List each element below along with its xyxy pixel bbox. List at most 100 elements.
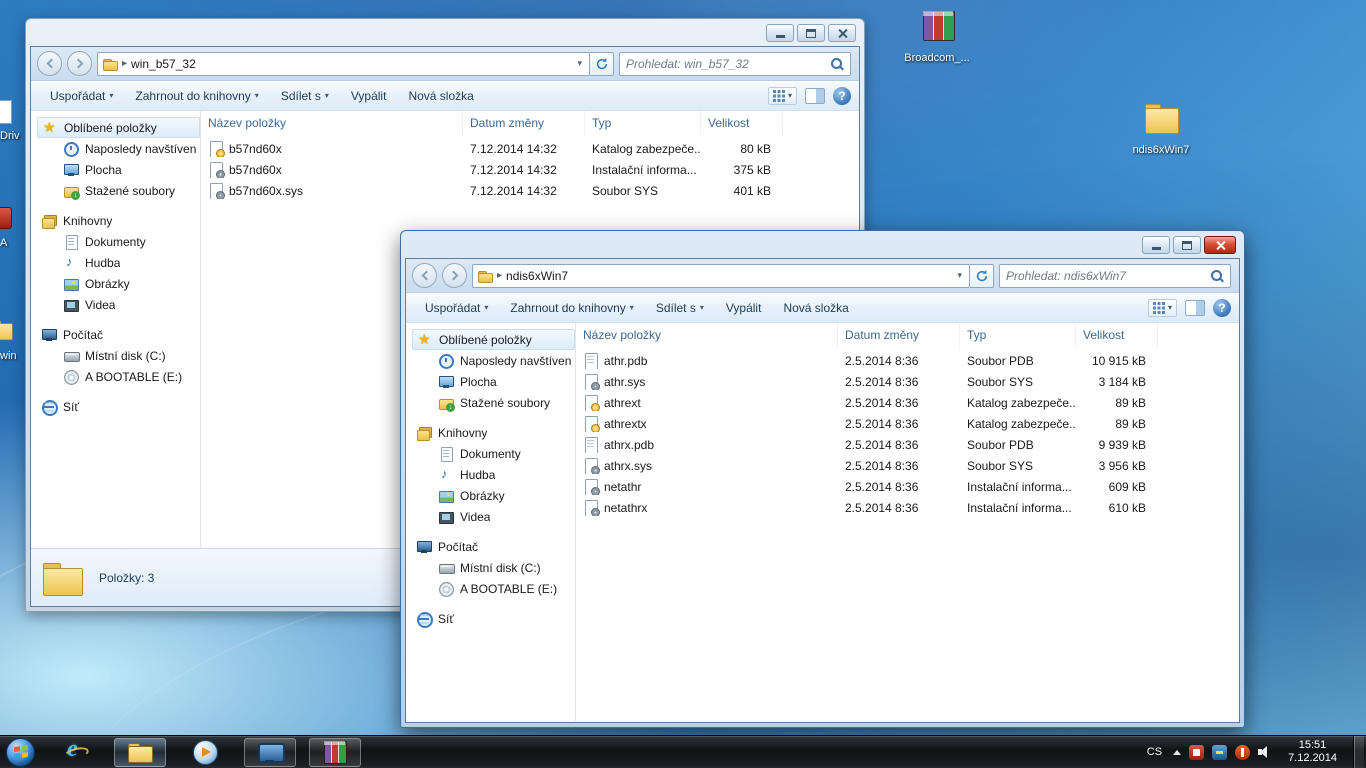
refresh-button[interactable]	[970, 264, 994, 288]
start-button[interactable]	[6, 738, 35, 767]
column-header-datum-zmeny[interactable]: Datum změny	[463, 111, 585, 135]
file-row[interactable]: athrx.pdb2.5.2014 8:36Soubor PDB9 939 kB	[576, 434, 1239, 455]
file-row[interactable]: netathrx2.5.2014 8:36Instalační informa.…	[576, 497, 1239, 518]
file-row[interactable]: athr.pdb2.5.2014 8:36Soubor PDB10 915 kB	[576, 350, 1239, 371]
sidebar-item-dokumenty[interactable]: Dokumenty	[412, 443, 575, 464]
sidebar-item-mistni-disk-c[interactable]: Místní disk (C:)	[412, 557, 575, 578]
toolbar-nova-slozka[interactable]: Nová složka	[397, 85, 484, 107]
toolbar-usporadat[interactable]: Uspořádat▾	[414, 297, 499, 319]
file-row[interactable]: athr.sys2.5.2014 8:36Soubor SYS3 184 kB	[576, 371, 1239, 392]
change-view-button[interactable]: ▾	[768, 87, 797, 105]
maximize-button[interactable]	[797, 24, 825, 42]
clock[interactable]: 15:51 7.12.2014	[1282, 739, 1343, 765]
file-row[interactable]: b57nd60x7.12.2014 14:32Instalační inform…	[201, 159, 859, 180]
title-bar[interactable]	[405, 231, 1240, 258]
back-button[interactable]	[412, 263, 437, 288]
file-row[interactable]: b57nd60x7.12.2014 14:32Katalog zabezpeče…	[201, 138, 859, 159]
column-header-typ[interactable]: Typ	[585, 111, 701, 135]
address-dropdown-icon[interactable]: ▾	[954, 270, 965, 281]
taskbar-button-windows-explorer[interactable]	[114, 738, 166, 767]
file-row[interactable]: netathr2.5.2014 8:36Instalační informa..…	[576, 476, 1239, 497]
forward-button[interactable]	[67, 51, 92, 76]
search-box[interactable]: Prohledat: ndis6xWin7	[999, 264, 1231, 288]
refresh-button[interactable]	[590, 52, 614, 76]
show-hidden-icons-button[interactable]	[1173, 750, 1181, 755]
sidebar-item-videa[interactable]: Videa	[37, 294, 200, 315]
sidebar-item-stazene-soubory[interactable]: Stažené soubory	[412, 392, 575, 413]
volume-icon[interactable]	[1258, 745, 1274, 759]
file-row[interactable]: athrext2.5.2014 8:36Katalog zabezpeče...…	[576, 392, 1239, 413]
column-header-velikost[interactable]: Velikost	[701, 111, 783, 135]
sidebar-section-pocitac[interactable]: Počítač	[412, 536, 575, 557]
sidebar-item-a-bootable-e[interactable]: A BOOTABLE (E:)	[412, 578, 575, 599]
sidebar-item-a-bootable-e[interactable]: A BOOTABLE (E:)	[37, 366, 200, 387]
sidebar-item-hudba[interactable]: Hudba	[412, 464, 575, 485]
toolbar-vypalit[interactable]: Vypálit	[715, 297, 773, 319]
sidebar-item-videa[interactable]: Videa	[412, 506, 575, 527]
column-header-nazev-polozky[interactable]: Název položky	[201, 111, 463, 135]
tray-icon-3[interactable]	[1235, 745, 1250, 760]
column-header-typ[interactable]: Typ	[960, 323, 1076, 347]
column-header-datum-zmeny[interactable]: Datum změny	[838, 323, 960, 347]
help-button[interactable]: ?	[833, 87, 851, 105]
taskbar-button-winrar[interactable]	[309, 738, 361, 767]
minimize-button[interactable]	[766, 24, 794, 42]
sidebar-item-stazene-soubory[interactable]: Stažené soubory	[37, 180, 200, 201]
sidebar-section-oblibene-polozky[interactable]: Oblíbené položky	[412, 329, 575, 350]
toolbar-sdilet-s[interactable]: Sdílet s▾	[270, 85, 340, 107]
sidebar-item-obrazky[interactable]: Obrázky	[412, 485, 575, 506]
search-icon[interactable]	[1210, 269, 1224, 283]
title-bar[interactable]	[30, 19, 860, 46]
desktop-icon-ndis6xwin7[interactable]: ndis6xWin7	[1122, 100, 1200, 157]
toolbar-nova-slozka[interactable]: Nová složka	[772, 297, 859, 319]
breadcrumb-path[interactable]: win_b57_32	[131, 57, 196, 71]
sidebar-item-plocha[interactable]: Plocha	[412, 371, 575, 392]
maximize-button[interactable]	[1173, 236, 1201, 254]
sidebar-section-knihovny[interactable]: Knihovny	[37, 210, 200, 231]
sidebar-item-dokumenty[interactable]: Dokumenty	[37, 231, 200, 252]
taskbar-button-remote-desktop[interactable]	[244, 738, 296, 767]
close-button[interactable]	[1204, 236, 1236, 254]
sidebar-item-naposledy-navstiven[interactable]: Naposledy navštíven	[37, 138, 200, 159]
sidebar-section-pocitac[interactable]: Počítač	[37, 324, 200, 345]
tray-icon-1[interactable]	[1189, 745, 1204, 760]
toolbar-vypalit[interactable]: Vypálit	[340, 85, 398, 107]
search-box[interactable]: Prohledat: win_b57_32	[619, 52, 851, 76]
address-bar[interactable]: ▸ ndis6xWin7 ▾	[472, 264, 970, 288]
toolbar-zahrnout-do-knihovny[interactable]: Zahrnout do knihovny▾	[124, 85, 269, 107]
breadcrumb-path[interactable]: ndis6xWin7	[506, 269, 568, 283]
address-bar[interactable]: ▸ win_b57_32 ▾	[97, 52, 590, 76]
file-row[interactable]: athrextx2.5.2014 8:36Katalog zabezpeče..…	[576, 413, 1239, 434]
sidebar-section-sit[interactable]: Síť	[412, 608, 575, 629]
sidebar-section-knihovny[interactable]: Knihovny	[412, 422, 575, 443]
minimize-button[interactable]	[1142, 236, 1170, 254]
file-row[interactable]: b57nd60x.sys7.12.2014 14:32Soubor SYS401…	[201, 180, 859, 201]
preview-pane-button[interactable]	[1185, 300, 1205, 316]
column-header-nazev-polozky[interactable]: Název položky	[576, 323, 838, 347]
preview-pane-button[interactable]	[805, 88, 825, 104]
help-button[interactable]: ?	[1213, 299, 1231, 317]
toolbar-zahrnout-do-knihovny[interactable]: Zahrnout do knihovny▾	[499, 297, 644, 319]
sidebar-item-mistni-disk-c[interactable]: Místní disk (C:)	[37, 345, 200, 366]
search-icon[interactable]	[830, 57, 844, 71]
sidebar-section-oblibene-polozky[interactable]: Oblíbené položky	[37, 117, 200, 138]
sidebar-item-naposledy-navstiven[interactable]: Naposledy navštíven	[412, 350, 575, 371]
desktop-icon-broadcom-archive[interactable]: Broadcom_...	[898, 8, 976, 65]
toolbar-sdilet-s[interactable]: Sdílet s▾	[645, 297, 715, 319]
show-desktop-button[interactable]	[1353, 736, 1364, 768]
tray-icon-2[interactable]	[1212, 745, 1227, 760]
forward-button[interactable]	[442, 263, 467, 288]
language-indicator[interactable]: CS	[1144, 744, 1165, 760]
toolbar-usporadat[interactable]: Uspořádat▾	[39, 85, 124, 107]
taskbar-button-windows-media-player[interactable]	[179, 738, 231, 767]
taskbar-button-internet-explorer[interactable]	[49, 738, 101, 767]
sidebar-item-obrazky[interactable]: Obrázky	[37, 273, 200, 294]
close-button[interactable]	[828, 24, 856, 42]
column-header-velikost[interactable]: Velikost	[1076, 323, 1158, 347]
sidebar-section-sit[interactable]: Síť	[37, 396, 200, 417]
file-row[interactable]: athrx.sys2.5.2014 8:36Soubor SYS3 956 kB	[576, 455, 1239, 476]
sidebar-item-plocha[interactable]: Plocha	[37, 159, 200, 180]
address-dropdown-icon[interactable]: ▾	[574, 58, 585, 69]
sidebar-item-hudba[interactable]: Hudba	[37, 252, 200, 273]
back-button[interactable]	[37, 51, 62, 76]
